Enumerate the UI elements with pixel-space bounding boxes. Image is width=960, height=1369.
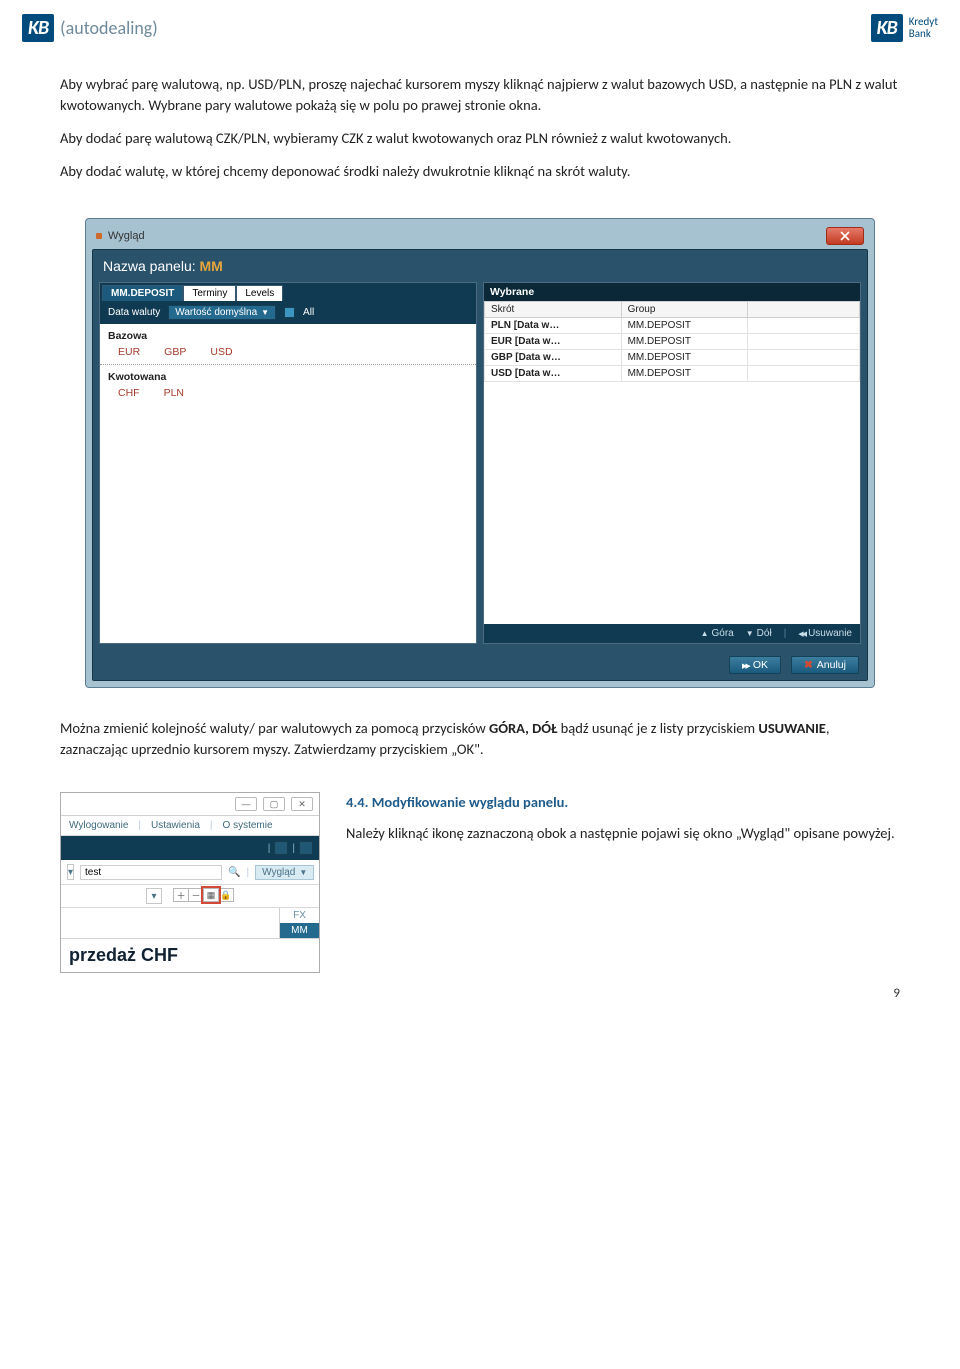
selected-panel: Wybrane Skrót Group PLN [Data w… MM.DEPO… (483, 282, 861, 644)
expand-toggle-2[interactable]: ▾ (146, 888, 162, 904)
cancel-icon: ✖ (804, 659, 813, 671)
arrow-up-icon (701, 628, 709, 639)
toolbar-icon-2[interactable] (299, 841, 313, 855)
tool-layout-highlighted[interactable]: ▦ (203, 888, 219, 902)
ok-icon (742, 659, 749, 671)
paragraph-1: Aby wybrać parę walutową, np. USD/PLN, p… (60, 74, 900, 116)
page-number: 9 (893, 986, 900, 1001)
col-skrot[interactable]: Skrót (485, 302, 622, 318)
col-group[interactable]: Group (621, 302, 747, 318)
kb-logo-box-right: KB (871, 14, 903, 42)
section-4-4-text: Należy kliknąć ikonę zaznaczoną obok a n… (346, 823, 900, 844)
all-checkbox[interactable] (284, 307, 295, 318)
ok-button[interactable]: OK (729, 656, 781, 674)
currency-gbp[interactable]: GBP (164, 346, 186, 358)
data-waluty-dropdown[interactable]: Wartość domyślna (168, 305, 276, 320)
tab-mm-deposit[interactable]: MM.DEPOSIT (102, 285, 183, 301)
logo-kredyt-bank: KB Kredyt Bank (871, 14, 938, 42)
section-4-4-heading: 4.4. Modyfikowanie wyglądu panelu. (346, 792, 900, 813)
currency-chf[interactable]: CHF (118, 387, 140, 399)
up-button[interactable]: Góra (701, 628, 734, 639)
data-waluty-label: Data waluty (108, 307, 160, 318)
wybrane-heading: Wybrane (484, 283, 860, 301)
large-currency-label: przedaż CHF (61, 938, 319, 972)
table-row[interactable]: PLN [Data w… MM.DEPOSIT (485, 318, 860, 334)
currency-eur[interactable]: EUR (118, 346, 140, 358)
table-row[interactable]: GBP [Data w… MM.DEPOSIT (485, 350, 860, 366)
chevron-down-icon (299, 867, 307, 878)
tab-fx[interactable]: FX (279, 908, 319, 923)
bazowa-heading: Bazowa (100, 324, 476, 344)
delete-button[interactable]: Usuwanie (798, 628, 852, 639)
wyglad-dialog: Wygląd Nazwa panelu: MM MM.DEPOSIT Termi… (85, 218, 875, 688)
kwotowana-heading: Kwotowana (100, 364, 476, 385)
search-input[interactable] (80, 865, 222, 880)
menu-o-systemie[interactable]: O systemie (223, 820, 273, 831)
body-text-block-1: Aby wybrać parę walutową, np. USD/PLN, p… (0, 50, 960, 204)
currency-usd[interactable]: USD (210, 346, 232, 358)
tab-mm[interactable]: MM (279, 923, 319, 938)
paragraph-4: Można zmienić kolejność waluty/ par walu… (60, 718, 900, 760)
close-button[interactable] (826, 227, 864, 245)
tab-levels[interactable]: Levels (236, 285, 283, 301)
cancel-button[interactable]: ✖ Anuluj (791, 656, 859, 674)
dialog-icon (96, 233, 102, 239)
minimize-button[interactable]: — (235, 797, 257, 811)
remove-icon (798, 628, 805, 639)
chevron-down-icon (261, 307, 269, 318)
dialog-title: Wygląd (108, 230, 145, 242)
page-header: KB (autodealing) KB Kredyt Bank (0, 0, 960, 50)
dialog-titlebar: Wygląd (92, 225, 868, 249)
tab-terminy[interactable]: Terminy (183, 285, 236, 301)
toolbar-icon-1[interactable] (274, 841, 288, 855)
panel-toolbar-screenshot: — ▢ ✕ Wylogowanie | Ustawienia | O syste… (60, 792, 320, 973)
panel-name-value: MM (200, 258, 223, 274)
menu-ustawienia[interactable]: Ustawienia (151, 820, 200, 831)
paragraph-3: Aby dodać walutę, w której chcemy depono… (60, 161, 900, 182)
close-window-button[interactable]: ✕ (291, 797, 313, 811)
expand-toggle[interactable]: ▾ (67, 864, 74, 880)
body-text-block-2: Można zmienić kolejność waluty/ par walu… (0, 718, 960, 782)
tool-add[interactable]: ＋ (173, 888, 189, 902)
panel-name-row: Nazwa panelu: MM (93, 250, 867, 282)
menu-wylogowanie[interactable]: Wylogowanie (69, 820, 128, 831)
logo-autodealing: KB (autodealing) (22, 14, 158, 42)
autodealing-text: (autodealing) (60, 17, 158, 39)
table-row[interactable]: USD [Data w… MM.DEPOSIT (485, 366, 860, 382)
arrow-down-icon (746, 628, 754, 639)
table-row[interactable]: EUR [Data w… MM.DEPOSIT (485, 334, 860, 350)
currency-pln[interactable]: PLN (164, 387, 184, 399)
maximize-button[interactable]: ▢ (263, 797, 285, 811)
tool-lock[interactable]: 🔒 (218, 888, 234, 902)
wyglad-dropdown[interactable]: Wygląd (255, 865, 314, 880)
search-icon[interactable]: 🔍 (228, 867, 240, 878)
down-button[interactable]: Dół (746, 628, 772, 639)
kb-logo-box: KB (22, 14, 54, 42)
paragraph-2: Aby dodać parę walutową CZK/PLN, wybiera… (60, 128, 900, 149)
kredyt-bank-text: Kredyt Bank (909, 16, 938, 40)
currencies-panel: MM.DEPOSIT Terminy Levels Data waluty Wa… (99, 282, 477, 644)
selected-table: Skrót Group PLN [Data w… MM.DEPOSIT EUR … (484, 301, 860, 382)
close-icon (840, 231, 850, 241)
all-label: All (303, 307, 314, 318)
tool-remove[interactable]: － (188, 888, 204, 902)
